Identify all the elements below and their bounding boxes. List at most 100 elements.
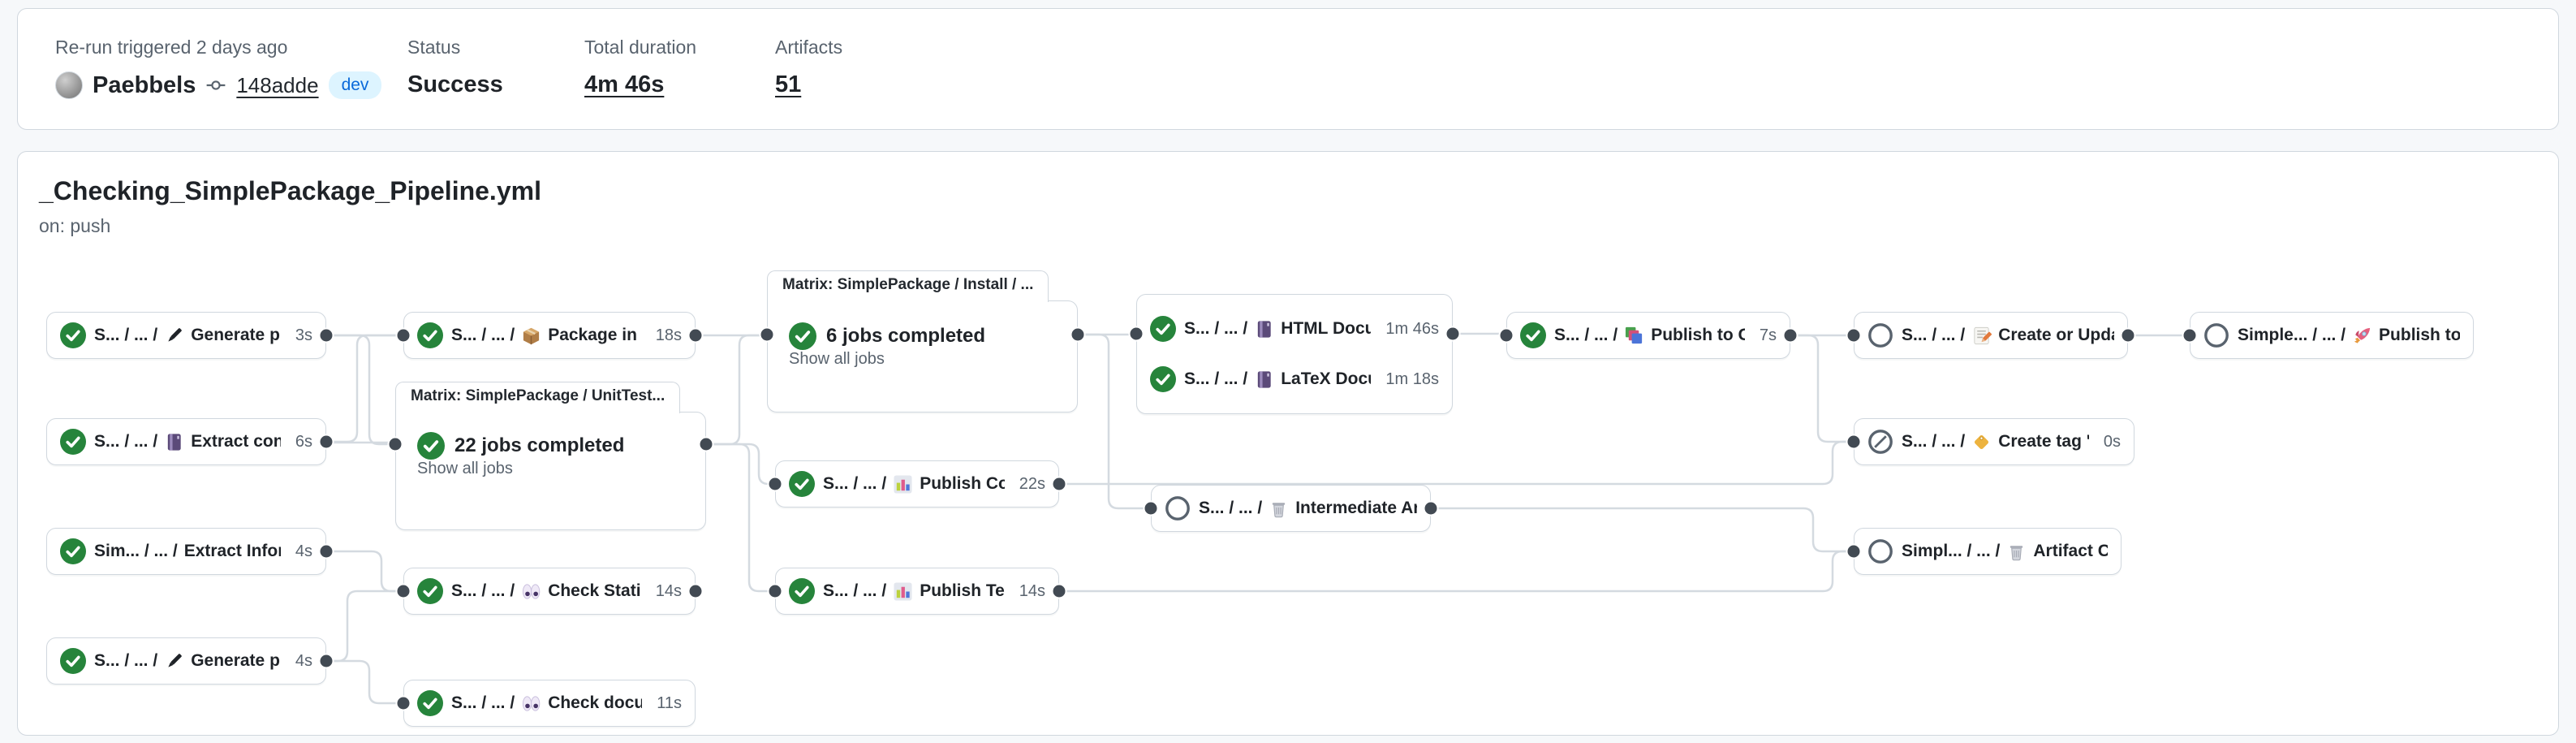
- show-all-jobs-link[interactable]: Show all jobs: [789, 350, 885, 368]
- status-success-icon: [417, 432, 445, 460]
- status-success-icon: [60, 429, 86, 455]
- job-node-intermediate-artifacts[interactable]: S... / ... / Intermediate Artifa...: [1151, 485, 1431, 532]
- status-success-icon: [417, 322, 443, 348]
- job-breadcrumb: Simple... / ... / Publish to PyPI: [2238, 326, 2460, 346]
- job-breadcrumb: S... / ... /Publish Test Re...: [823, 581, 1005, 602]
- job-breadcrumb: S... / ... / Check Static Ty...: [451, 581, 641, 602]
- job-label: Generate pipelin...: [191, 651, 281, 671]
- status-skipped-icon: [1867, 538, 1893, 564]
- job-node-package-in-source[interactable]: S... / ... /Package in Sou...18s: [403, 312, 696, 359]
- matrix-node-matrix-install[interactable]: Matrix: SimplePackage / Install / ... 6 j…: [767, 270, 1078, 408]
- job-label: Check docume...: [548, 693, 642, 713]
- status-success-icon: [1520, 322, 1546, 348]
- status-success-icon: [789, 322, 816, 350]
- job-label: Intermediate Artifa...: [1295, 499, 1417, 518]
- matrix-tab-label: Matrix: SimplePackage / UnitTest...: [395, 382, 680, 413]
- job-node-extract-configurations[interactable]: S... / ... /Extract configur...6s: [46, 418, 326, 465]
- job-node-check-documentation[interactable]: S... / ... /Check docume...11s: [403, 680, 696, 727]
- job-breadcrumb: S... / ... / Publish to GH-P...: [1554, 326, 1745, 346]
- matrix-summary: 6 jobs completed: [826, 325, 985, 348]
- job-duration: 14s: [1013, 582, 1045, 601]
- rocket-icon: [2352, 326, 2372, 346]
- group-job-row[interactable]: S... / ... /HTML Docu...1m 46s: [1150, 316, 1439, 342]
- job-node-artifact-cleanup[interactable]: Simpl... / ... / Artifact Cleanup: [1854, 528, 2122, 575]
- trash-icon: [1269, 499, 1289, 519]
- job-label: Publish to PyPI: [2379, 326, 2460, 345]
- eyes-icon: [521, 693, 541, 714]
- layers-icon: [1624, 326, 1644, 346]
- job-label: Package in Sou...: [548, 326, 641, 345]
- show-all-jobs-link[interactable]: Show all jobs: [417, 460, 513, 477]
- bar-chart-icon: [893, 474, 913, 495]
- job-node-create-or-update-release[interactable]: S... / ... /Create or Update R...: [1854, 312, 2128, 359]
- status-skipped-icon: [2203, 322, 2229, 348]
- bar-chart-icon: [893, 581, 913, 602]
- matrix-node-matrix-unittest[interactable]: Matrix: SimplePackage / UnitTest...22 jo…: [395, 382, 706, 526]
- status-success-icon: [417, 690, 443, 716]
- pen-icon: [164, 326, 184, 346]
- job-node-publish-code-coverage[interactable]: S... / ... /Publish Code C... 22s: [775, 460, 1059, 508]
- trash-icon: [2006, 542, 2027, 562]
- job-duration: 1m 18s: [1379, 370, 1439, 389]
- job-group-node-build-the-docs[interactable]: S... / ... /HTML Docu...1m 46s S... / ...…: [1136, 294, 1453, 414]
- matrix-tab-label: Matrix: SimplePackage / Install / ...: [767, 270, 1049, 302]
- status-success-icon: [60, 538, 86, 564]
- job-duration: 3s: [289, 326, 312, 345]
- job-breadcrumb: S... / ... /Create tag '${{ in...: [1902, 432, 2089, 452]
- job-label: HTML Docu...: [1281, 319, 1371, 339]
- notebook-icon: [1254, 319, 1274, 339]
- status-success-icon: [60, 648, 86, 674]
- matrix-body[interactable]: 22 jobs completedShow all jobs: [395, 412, 706, 530]
- job-node-publish-to-pypi[interactable]: Simple... / ... / Publish to PyPI: [2190, 312, 2474, 359]
- package-icon: [521, 326, 541, 346]
- status-success-icon: [60, 322, 86, 348]
- job-duration: 22s: [1013, 475, 1045, 494]
- job-breadcrumb: S... / ... /Generate pipelin...: [94, 326, 281, 346]
- job-breadcrumb: S... / ... /LaTeX Docu...: [1184, 369, 1371, 390]
- breadcrumb-prefix: S... / ... /: [1184, 369, 1247, 389]
- job-duration: 14s: [649, 582, 682, 601]
- breadcrumb-prefix: S... / ... /: [1199, 499, 1262, 518]
- job-node-generate-pipeline-params-2[interactable]: S... / ... /Generate pipelin...4s: [46, 637, 326, 685]
- job-label: Publish to GH-P...: [1651, 326, 1745, 345]
- matrix-body[interactable]: 6 jobs completed Show all jobs: [767, 300, 1078, 413]
- job-label: Create tag '${{ in...: [1998, 432, 2089, 451]
- breadcrumb-prefix: S... / ... /: [1554, 326, 1618, 345]
- tag-icon: [1971, 432, 1992, 452]
- job-node-publish-test-results[interactable]: S... / ... /Publish Test Re... 14s: [775, 568, 1059, 615]
- breadcrumb-prefix: Simple... / ... /: [2238, 326, 2346, 345]
- memo-icon: [1971, 326, 1992, 346]
- job-label: Check Static Ty...: [548, 581, 641, 601]
- breadcrumb-prefix: Sim... / ... /: [94, 542, 178, 561]
- job-breadcrumb: S... / ... /Publish Code C...: [823, 474, 1005, 495]
- job-breadcrumb: S... / ... / Extract configur...: [94, 432, 281, 452]
- job-breadcrumb: S... / ... / Intermediate Artifa...: [1199, 499, 1417, 519]
- breadcrumb-prefix: S... / ... /: [94, 326, 157, 345]
- breadcrumb-prefix: Simpl... / ... /: [1902, 542, 2000, 561]
- breadcrumb-prefix: S... / ... /: [451, 326, 515, 345]
- breadcrumb-prefix: S... / ... /: [823, 474, 886, 494]
- job-label: Extract configur...: [191, 432, 281, 451]
- job-label: Artifact Cleanup: [2033, 542, 2108, 561]
- pen-icon: [164, 651, 184, 672]
- job-duration: 4s: [289, 542, 312, 561]
- status-success-icon: [789, 578, 815, 604]
- notebook-icon: [164, 432, 184, 452]
- status-success-icon: [417, 578, 443, 604]
- job-node-publish-to-gh-pages[interactable]: S... / ... /Publish to GH-P...7s: [1506, 312, 1790, 359]
- status-skipped-slash-icon: [1867, 429, 1893, 455]
- job-breadcrumb: S... / ... / Package in Sou...: [451, 326, 641, 346]
- job-node-create-tag[interactable]: S... / ... /Create tag '${{ in...0s: [1854, 418, 2134, 465]
- breadcrumb-prefix: S... / ... /: [94, 651, 157, 671]
- job-breadcrumb: Sim... / ... /Extract Information: [94, 542, 281, 561]
- status-skipped-icon: [1165, 495, 1191, 521]
- job-node-extract-information[interactable]: Sim... / ... /Extract Information 4s: [46, 528, 326, 575]
- job-node-generate-pipeline-params[interactable]: S... / ... /Generate pipelin... 3s: [46, 312, 326, 359]
- breadcrumb-prefix: S... / ... /: [451, 581, 515, 601]
- job-breadcrumb: S... / ... / Generate pipelin...: [94, 651, 281, 672]
- group-job-row[interactable]: S... / ... /LaTeX Docu... 1m 18s: [1150, 366, 1439, 392]
- job-breadcrumb: S... / ... /Create or Update R...: [1902, 326, 2114, 346]
- breadcrumb-prefix: S... / ... /: [94, 432, 157, 451]
- breadcrumb-prefix: S... / ... /: [823, 581, 886, 601]
- job-node-check-static-typing[interactable]: S... / ... / Check Static Ty... 14s: [403, 568, 696, 615]
